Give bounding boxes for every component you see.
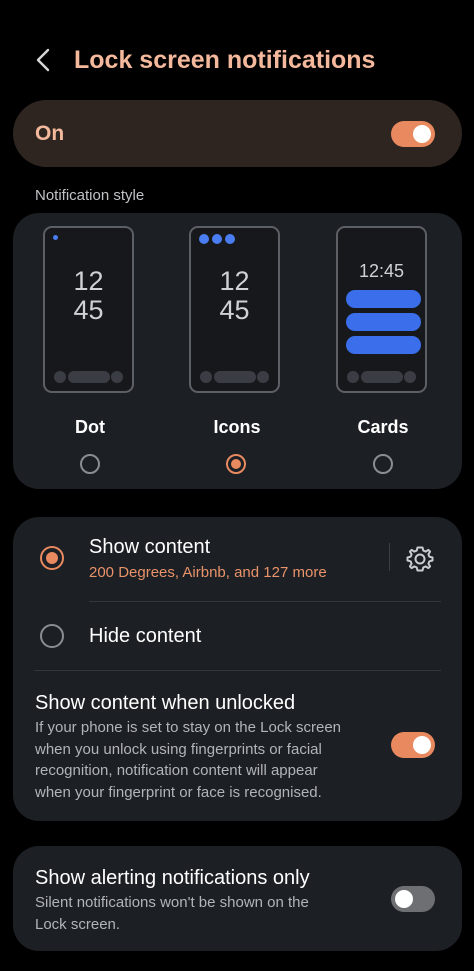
radio-dot[interactable] — [80, 454, 100, 474]
preview-clock: 12:45 — [358, 261, 405, 281]
gear-icon — [406, 546, 434, 572]
section-label-notification-style: Notification style — [35, 187, 145, 204]
notification-card-bar — [346, 336, 421, 354]
alerting-toggle[interactable] — [391, 886, 435, 912]
preview-bottom-bar — [191, 371, 278, 383]
radio-hide-content[interactable] — [40, 624, 64, 648]
page-title: Lock screen notifications — [74, 46, 376, 74]
top-bar: Lock screen notifications — [0, 28, 474, 92]
toggle-knob — [413, 736, 431, 754]
notification-icon-dot — [199, 234, 209, 244]
content-options-card: Show content 200 Degrees, Airbnb, and 12… — [13, 517, 462, 821]
hide-content-title[interactable]: Hide content — [89, 623, 201, 649]
master-toggle[interactable] — [391, 121, 435, 147]
alerting-description: Silent notifications won't be shown on t… — [35, 894, 309, 933]
show-when-unlocked-description: If your phone is set to stay on the Lock… — [35, 719, 342, 801]
show-content-title[interactable]: Show content — [89, 534, 210, 560]
dot-style-preview[interactable]: 12 45 — [43, 226, 134, 393]
back-arrow-icon — [36, 48, 50, 72]
toggle-knob — [395, 890, 413, 908]
preview-clock-minute: 45 — [73, 295, 104, 325]
alerting-card: Show alerting notifications only Silent … — [13, 846, 462, 951]
notification-icon-dot — [225, 234, 235, 244]
notification-dot-icon — [53, 235, 58, 240]
preview-bottom-bar — [338, 371, 425, 383]
notification-style-card: 12 45 12 45 12:45 Dot Icons Cards — [13, 213, 462, 489]
notification-icon-dot — [212, 234, 222, 244]
preview-bottom-bar — [45, 371, 132, 383]
alerting-title[interactable]: Show alerting notifications only — [35, 865, 310, 891]
back-button[interactable] — [26, 42, 62, 78]
radio-icons[interactable] — [226, 454, 246, 474]
notification-card-bar — [346, 290, 421, 308]
content-settings-button[interactable] — [405, 544, 435, 574]
master-switch-label: On — [35, 122, 65, 145]
preview-clock-minute: 45 — [219, 295, 250, 325]
cards-style-preview[interactable]: 12:45 — [336, 226, 427, 393]
icons-style-preview[interactable]: 12 45 — [189, 226, 280, 393]
notification-card-bar — [346, 313, 421, 331]
row-divider — [89, 601, 441, 602]
style-label-icons: Icons — [213, 417, 261, 437]
toggle-knob — [413, 125, 431, 143]
radio-cards[interactable] — [373, 454, 393, 474]
preview-clock-hour: 12 — [73, 266, 104, 296]
style-label-dot: Dot — [75, 417, 105, 437]
radio-show-content[interactable] — [40, 546, 64, 570]
show-when-unlocked-toggle[interactable] — [391, 732, 435, 758]
vertical-divider — [389, 543, 390, 571]
style-label-cards: Cards — [357, 417, 409, 437]
preview-clock-hour: 12 — [219, 266, 250, 296]
show-content-subtitle: 200 Degrees, Airbnb, and 127 more — [89, 564, 327, 581]
row-divider — [34, 670, 441, 671]
show-when-unlocked-title[interactable]: Show content when unlocked — [35, 690, 295, 716]
master-switch-row[interactable]: On — [13, 100, 462, 167]
